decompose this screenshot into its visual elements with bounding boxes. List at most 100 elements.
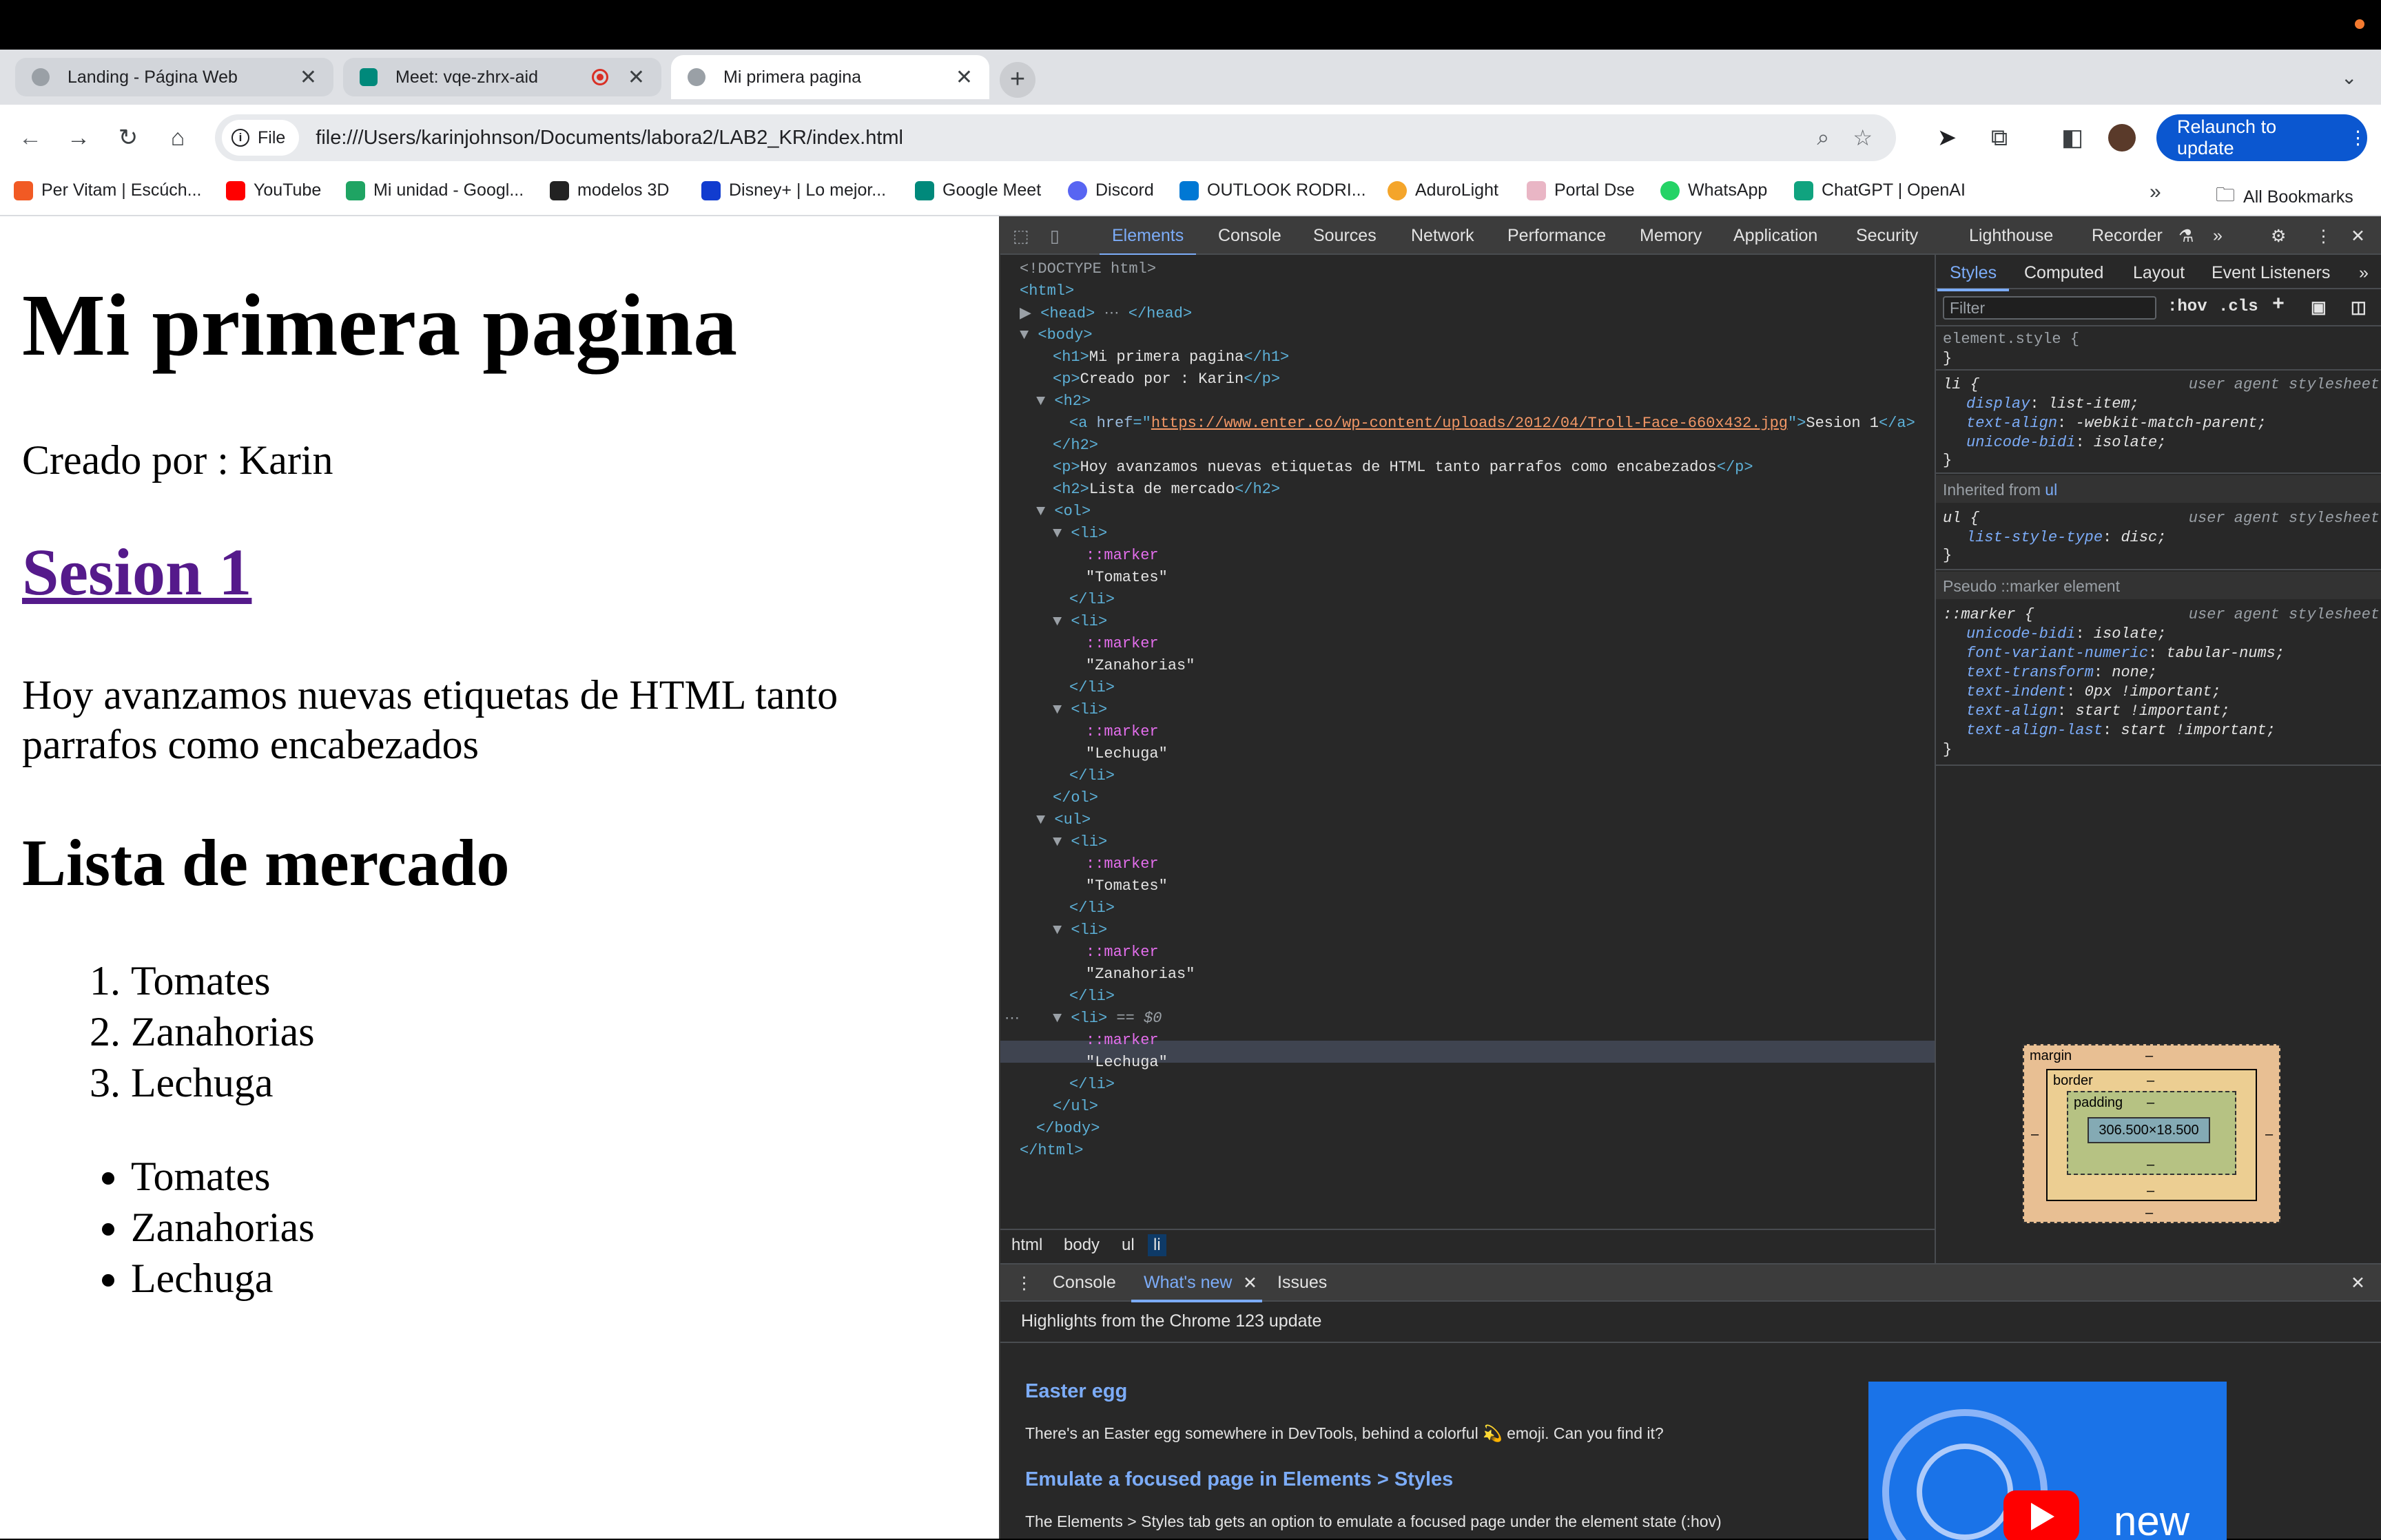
new-tab-button[interactable]: +	[1000, 62, 1035, 98]
dom-node[interactable]: ▼ <li>	[1053, 613, 1107, 630]
bookmark-item[interactable]: Discord	[1068, 180, 1154, 200]
more-vert-icon[interactable]: ⋮	[2315, 226, 2332, 247]
settings-gear-icon[interactable]: ⚙	[2271, 226, 2286, 247]
close-tab-icon[interactable]: ✕	[956, 65, 973, 90]
dom-node[interactable]: ▼ <ul>	[1036, 811, 1091, 829]
dom-node[interactable]: ▼ <ol>	[1036, 503, 1091, 520]
css-decl[interactable]: text-align: -webkit-match-parent;	[1966, 415, 2267, 432]
dom-node[interactable]: <p>Hoy avanzamos nuevas etiquetas de HTM…	[1053, 459, 1753, 476]
dom-text[interactable]: "Tomates"	[1086, 569, 1168, 586]
css-decl[interactable]: text-align-last: start !important;	[1966, 722, 2276, 739]
dom-node[interactable]: ▼ <li>	[1053, 525, 1107, 542]
css-decl[interactable]: font-variant-numeric: tabular-nums;	[1966, 645, 2285, 662]
whats-new-item-title[interactable]: Easter egg	[1025, 1380, 1127, 1403]
video-thumbnail[interactable]: new	[1868, 1382, 2227, 1540]
dom-node[interactable]: </li>	[1069, 1076, 1115, 1093]
dom-text[interactable]: "Tomates"	[1086, 877, 1168, 895]
back-arrow-icon[interactable]: ←	[12, 120, 48, 156]
dom-node[interactable]: ▼ <li>	[1053, 922, 1107, 939]
dom-node[interactable]: <h1>Mi primera pagina</h1>	[1053, 348, 1289, 366]
dom-marker[interactable]: ::marker	[1086, 635, 1159, 652]
hov-toggle[interactable]: :hov	[2167, 298, 2207, 316]
css-decl[interactable]: unicode-bidi: isolate;	[1966, 625, 2166, 643]
drawer-tab-console[interactable]: Console	[1053, 1273, 1116, 1293]
site-info-chip[interactable]: i File	[222, 120, 300, 156]
dom-marker[interactable]: ::marker	[1086, 723, 1159, 740]
tab-elements[interactable]: Elements	[1099, 226, 1197, 256]
box-model-diagram[interactable]: margin – – – – border – – padding – – 30…	[2023, 1044, 2280, 1223]
bookmark-item[interactable]: ChatGPT | OpenAI	[1794, 180, 1966, 200]
css-decl[interactable]: text-indent: 0px !important;	[1966, 683, 2221, 700]
home-icon[interactable]: ⌂	[160, 120, 196, 156]
dom-node[interactable]: <html>	[1020, 282, 1074, 300]
css-decl[interactable]: unicode-bidi: isolate;	[1966, 434, 2166, 451]
new-rule-plus-icon[interactable]: +	[2272, 293, 2285, 317]
profile-avatar[interactable]	[2104, 120, 2140, 156]
crumb-html[interactable]: html	[1011, 1236, 1042, 1255]
tab-memory[interactable]: Memory	[1640, 226, 1702, 246]
dom-node[interactable]: <p>Creado por : Karin</p>	[1053, 371, 1280, 388]
tab-styles[interactable]: Styles	[1937, 263, 2010, 291]
tab-search-chevron-icon[interactable]: ⌄	[2341, 66, 2357, 89]
bookmark-item[interactable]: OUTLOOK RODRI...	[1179, 180, 1366, 200]
side-panel-icon[interactable]: ◧	[2054, 120, 2090, 156]
dom-marker[interactable]: ::marker	[1086, 944, 1159, 961]
close-whats-new-icon[interactable]: ✕	[1243, 1273, 1257, 1293]
extension-cursor-icon[interactable]: ➤	[1929, 120, 1965, 156]
more-tabs-chevron-icon[interactable]: »	[2213, 226, 2223, 246]
device-toolbar-icon[interactable]: ▯	[1050, 226, 1060, 247]
cls-toggle[interactable]: .cls	[2218, 298, 2258, 316]
bookmark-item[interactable]: modelos 3D	[550, 180, 669, 200]
tab-recorder[interactable]: Recorder	[2092, 226, 2163, 246]
bookmark-star-icon[interactable]: ☆	[1853, 125, 1873, 151]
tab-mi-primera-pagina[interactable]: Mi primera pagina ✕	[671, 55, 989, 99]
css-decl[interactable]: text-transform: none;	[1966, 664, 2157, 681]
bookmark-item[interactable]: Portal Dse	[1527, 180, 1635, 200]
tab-event-listeners[interactable]: Event Listeners	[2212, 263, 2330, 283]
dom-node[interactable]: </ul>	[1053, 1098, 1098, 1115]
tab-sources[interactable]: Sources	[1313, 226, 1377, 246]
dom-text[interactable]: "Zanahorias"	[1086, 966, 1195, 983]
dom-text[interactable]: "Lechuga"	[1086, 745, 1168, 762]
close-tab-icon[interactable]: ✕	[628, 65, 645, 90]
tab-security[interactable]: Security	[1856, 226, 1918, 246]
dom-node[interactable]: </li>	[1069, 988, 1115, 1005]
crumb-li[interactable]: li	[1148, 1234, 1166, 1256]
zoom-icon[interactable]: ⌕	[1817, 125, 1829, 151]
close-drawer-icon[interactable]: ✕	[2351, 1273, 2365, 1293]
dom-node[interactable]: ▼ <h2>	[1036, 393, 1091, 410]
close-tab-icon[interactable]: ✕	[300, 65, 317, 90]
dom-node[interactable]: ▼ <body>	[1020, 326, 1093, 344]
tab-computed[interactable]: Computed	[2024, 263, 2103, 283]
bookmark-item[interactable]: Per Vitam | Escúch...	[14, 180, 202, 200]
more-bookmarks-chevron-icon[interactable]: »	[2150, 180, 2161, 204]
node-actions-ellipsis-icon[interactable]: ⋯	[1004, 1010, 1020, 1028]
bookmark-item[interactable]: AduroLight	[1388, 180, 1498, 200]
dom-node[interactable]: ▼ <li>	[1053, 701, 1107, 718]
crumb-ul[interactable]: ul	[1122, 1236, 1135, 1255]
dom-node[interactable]: </ol>	[1053, 789, 1098, 807]
bookmark-item[interactable]: Mi unidad - Googl...	[346, 180, 524, 200]
dom-node[interactable]: ▼ <li>	[1053, 833, 1107, 851]
dom-marker[interactable]: ::marker	[1086, 547, 1159, 564]
dom-node[interactable]: <h2>Lista de mercado</h2>	[1053, 481, 1280, 498]
dom-node[interactable]: </li>	[1069, 591, 1115, 608]
dom-text[interactable]: "Lechuga"	[1086, 1054, 1168, 1071]
dom-node[interactable]: ▶ <head> ⋯ </head>	[1020, 304, 1192, 322]
bookmark-item[interactable]: Google Meet	[915, 180, 1041, 200]
dom-node[interactable]: </li>	[1069, 767, 1115, 784]
all-bookmarks-button[interactable]: 🗀 All Bookmarks	[2216, 180, 2353, 214]
relaunch-button[interactable]: Relaunch to update ⋮	[2156, 114, 2367, 161]
crumb-body[interactable]: body	[1064, 1236, 1100, 1255]
drawer-menu-icon[interactable]: ⋮	[1016, 1273, 1033, 1293]
drawer-tab-whats-new[interactable]: What's new	[1131, 1273, 1264, 1302]
tab-meet[interactable]: Meet: vqe-zhrx-aid ✕	[343, 58, 661, 96]
bookmark-item[interactable]: WhatsApp	[1660, 180, 1767, 200]
bookmark-item[interactable]: Disney+ | Lo mejor...	[701, 180, 886, 200]
dom-text[interactable]: "Zanahorias"	[1086, 657, 1195, 674]
whats-new-item-title[interactable]: Emulate a focused page in Elements > Sty…	[1025, 1468, 1453, 1491]
url-text[interactable]: file:///Users/karinjohnson/Documents/lab…	[316, 127, 1817, 149]
styles-filter-input[interactable]: Filter	[1943, 296, 2156, 320]
tab-network[interactable]: Network	[1411, 226, 1474, 246]
dom-node[interactable]: <a href="https://www.enter.co/wp-content…	[1069, 415, 1915, 432]
